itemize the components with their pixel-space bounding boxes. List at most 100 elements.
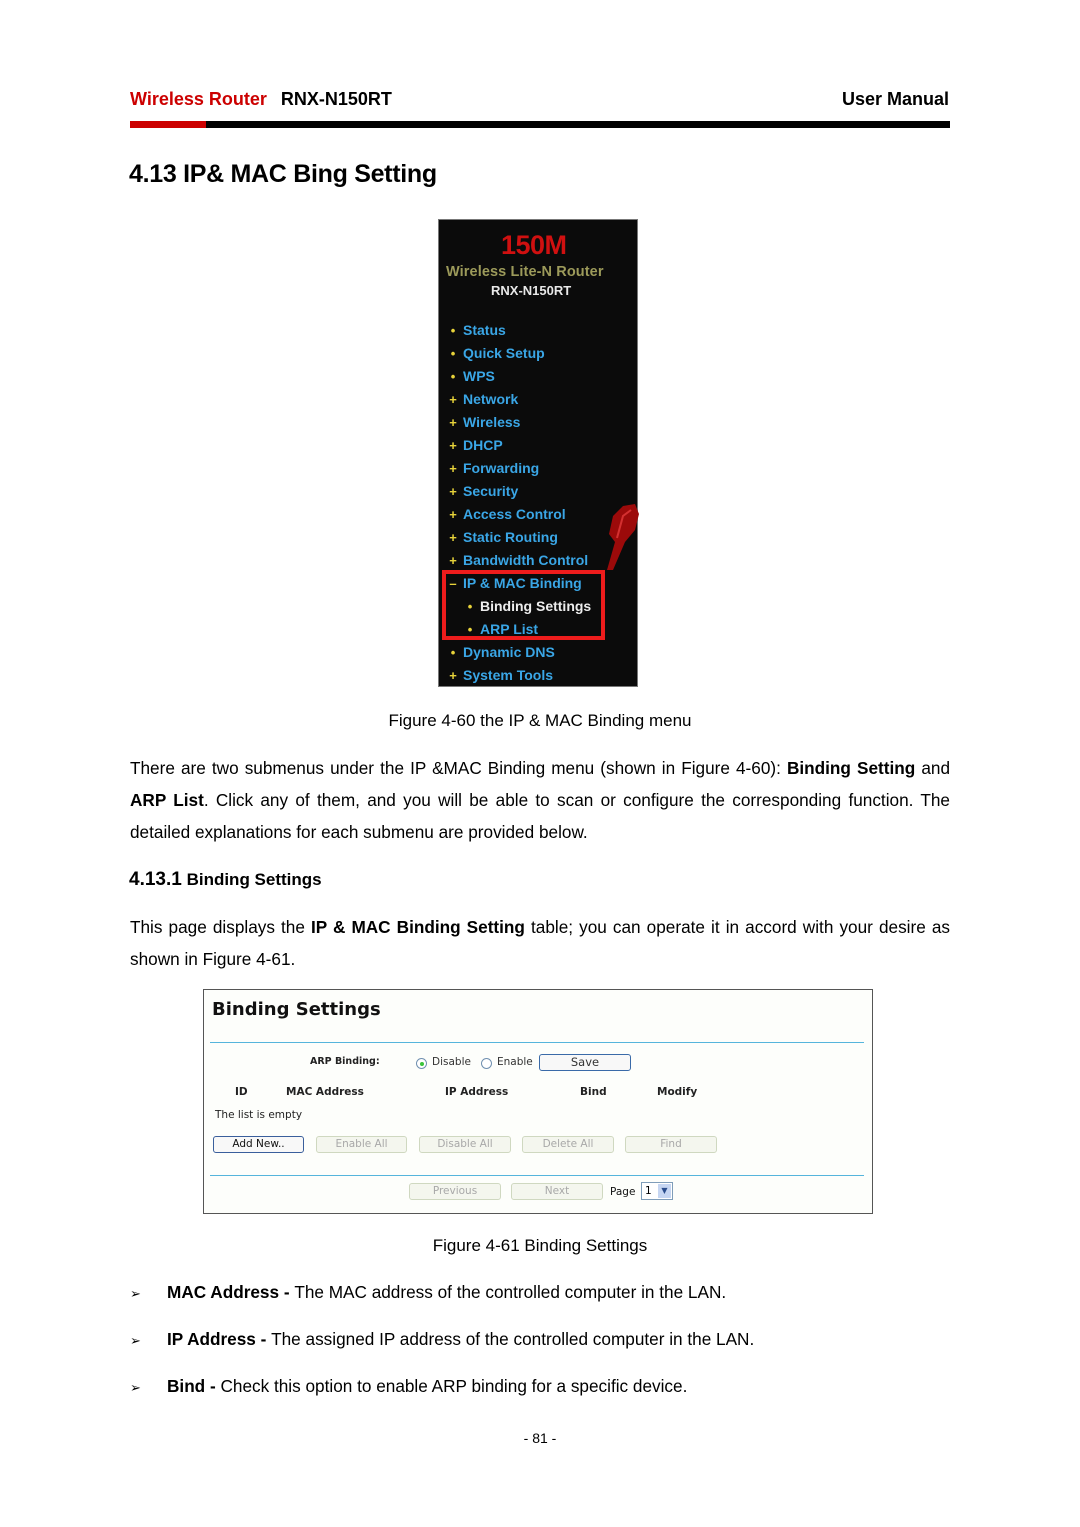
binding-settings-title: Binding Settings (212, 999, 381, 1020)
enable-label: Enable (497, 1056, 533, 1068)
enable-radio[interactable] (481, 1058, 492, 1069)
plus-icon: + (449, 391, 457, 407)
binding-settings-figure: Binding Settings ARP Binding: Disable En… (203, 989, 873, 1214)
menu-item-label: Bandwidth Control (463, 552, 589, 568)
running-header-left: Wireless Router RNX-N150RT (130, 89, 392, 110)
menu-item-label: Quick Setup (463, 345, 545, 361)
text-run: There are two submenus under the IP &MAC… (130, 758, 787, 778)
menu-item-dhcp[interactable]: + DHCP (446, 434, 503, 456)
dot-bullet-icon: • (450, 345, 456, 361)
menu-item-label: System Tools (463, 667, 553, 683)
menu-item-label: Forwarding (463, 460, 540, 476)
page-label: Page (610, 1186, 636, 1198)
empty-list-text: The list is empty (215, 1109, 303, 1121)
arrow-bullet-icon: ➢ (130, 1380, 141, 1395)
menu-item-label: WPS (463, 368, 495, 384)
page-number: - 81 - (523, 1430, 557, 1446)
figure-60-caption: Figure 4-60 the IP & MAC Binding menu (388, 711, 692, 730)
next-button[interactable]: Next (511, 1183, 603, 1200)
bold-run: IP & MAC Binding Setting (310, 917, 525, 937)
text-run: and (915, 758, 950, 778)
menu-item-wps[interactable]: • WPS (446, 365, 495, 387)
highlight-box (442, 570, 605, 640)
router-model: RNX-N150RT (491, 283, 572, 298)
definition-text: The MAC address of the controlled comput… (294, 1282, 727, 1302)
subsection-title: 4.13.1 Binding Settings (129, 869, 322, 891)
page-select[interactable]: 1 ▼ (641, 1182, 673, 1200)
menu-item-status[interactable]: • Status (446, 319, 506, 341)
enable-all-button[interactable]: Enable All (316, 1136, 407, 1153)
menu-item-security[interactable]: + Security (446, 480, 518, 502)
divider (210, 1042, 864, 1043)
chevron-down-icon: ▼ (658, 1184, 671, 1198)
definition-term: MAC Address - (167, 1282, 295, 1302)
previous-button[interactable]: Previous (409, 1183, 501, 1200)
page-select-value: 1 (645, 1185, 652, 1197)
column-header-modify: Modify (657, 1086, 698, 1098)
section-title: 4.13 IP& MAC Bing Setting (129, 160, 437, 188)
menu-item-forwarding[interactable]: + Forwarding (446, 457, 539, 479)
menu-item-access-control[interactable]: + Access Control (446, 503, 566, 525)
definition-item-bind: ➢ Bind - Check this option to enable ARP … (130, 1376, 687, 1397)
arrow-bullet-icon: ➢ (130, 1333, 141, 1348)
menu-item-label: Access Control (463, 506, 566, 522)
menu-item-network[interactable]: + Network (446, 388, 518, 410)
header-model: RNX-N150RT (280, 89, 392, 109)
menu-item-static-routing[interactable]: + Static Routing (446, 526, 558, 548)
find-button[interactable]: Find (625, 1136, 717, 1153)
bold-run: ARP List (130, 790, 204, 810)
menu-item-label: Wireless (463, 414, 521, 430)
column-header-id: ID (235, 1086, 248, 1098)
definition-text: Check this option to enable ARP binding … (220, 1376, 688, 1396)
arrow-bullet-icon: ➢ (130, 1286, 141, 1301)
plus-icon: + (449, 437, 457, 453)
column-header-ip-address: IP Address (445, 1086, 509, 1098)
menu-item-dynamic-dns[interactable]: • Dynamic DNS (446, 641, 555, 663)
plus-icon: + (449, 529, 457, 545)
column-header-bind: Bind (580, 1086, 607, 1098)
column-header-mac-address: MAC Address (286, 1086, 364, 1098)
definition-text: The assigned IP address of the controlle… (271, 1329, 755, 1349)
menu-item-label: DHCP (463, 437, 503, 453)
router-product-line: Wireless Lite-N Router (446, 264, 604, 280)
menu-item-wireless[interactable]: + Wireless (446, 411, 520, 433)
menu-item-label: Network (463, 391, 519, 407)
disable-all-button[interactable]: Disable All (419, 1136, 511, 1153)
plus-icon: + (449, 483, 457, 499)
header-rule-accent (130, 121, 206, 128)
intro-paragraph: There are two submenus under the IP &MAC… (130, 752, 950, 848)
plus-icon: + (449, 667, 457, 683)
definition-item-mac-address: ➢ MAC Address - The MAC address of the co… (130, 1282, 726, 1303)
menu-item-label: Security (463, 483, 519, 499)
divider (210, 1175, 864, 1176)
delete-all-button[interactable]: Delete All (522, 1136, 614, 1153)
subsection-number: 4.13.1 (129, 869, 182, 890)
menu-item-quick-setup[interactable]: • Quick Setup (446, 342, 545, 364)
subsection-label: Binding Settings (186, 870, 322, 889)
text-run: . Click any of them, and you will be abl… (130, 790, 950, 842)
dot-bullet-icon: • (450, 644, 456, 660)
figure-61-caption: Figure 4-61 Binding Settings (432, 1236, 648, 1255)
subsection-paragraph: This page displays the IP & MAC Binding … (130, 911, 950, 975)
bold-run: Binding Setting (786, 758, 916, 778)
menu-item-system-tools[interactable]: + System Tools (446, 664, 553, 686)
definition-item-ip-address: ➢ IP Address - The assigned IP address of… (130, 1329, 754, 1350)
definition-term: Bind - (167, 1376, 221, 1396)
menu-item-bandwidth-control[interactable]: + Bandwidth Control (446, 549, 588, 571)
definition-term: IP Address - (167, 1329, 272, 1349)
text-run: This page displays the (130, 917, 311, 937)
add-new-button[interactable]: Add New.. (213, 1136, 304, 1153)
menu-item-label: Dynamic DNS (463, 644, 555, 660)
arp-binding-label: ARP Binding: (310, 1056, 380, 1067)
menu-item-label: Static Routing (463, 529, 558, 545)
menu-item-label: Status (463, 322, 506, 338)
dot-bullet-icon: • (450, 322, 456, 338)
router-speed-logo: 150M (501, 230, 567, 260)
header-rule (130, 121, 950, 128)
plus-icon: + (449, 414, 457, 430)
header-brand: Wireless Router (130, 89, 267, 109)
disable-label: Disable (432, 1056, 471, 1068)
plus-icon: + (449, 552, 457, 568)
disable-radio[interactable] (416, 1058, 427, 1069)
save-button[interactable]: Save (539, 1054, 631, 1071)
